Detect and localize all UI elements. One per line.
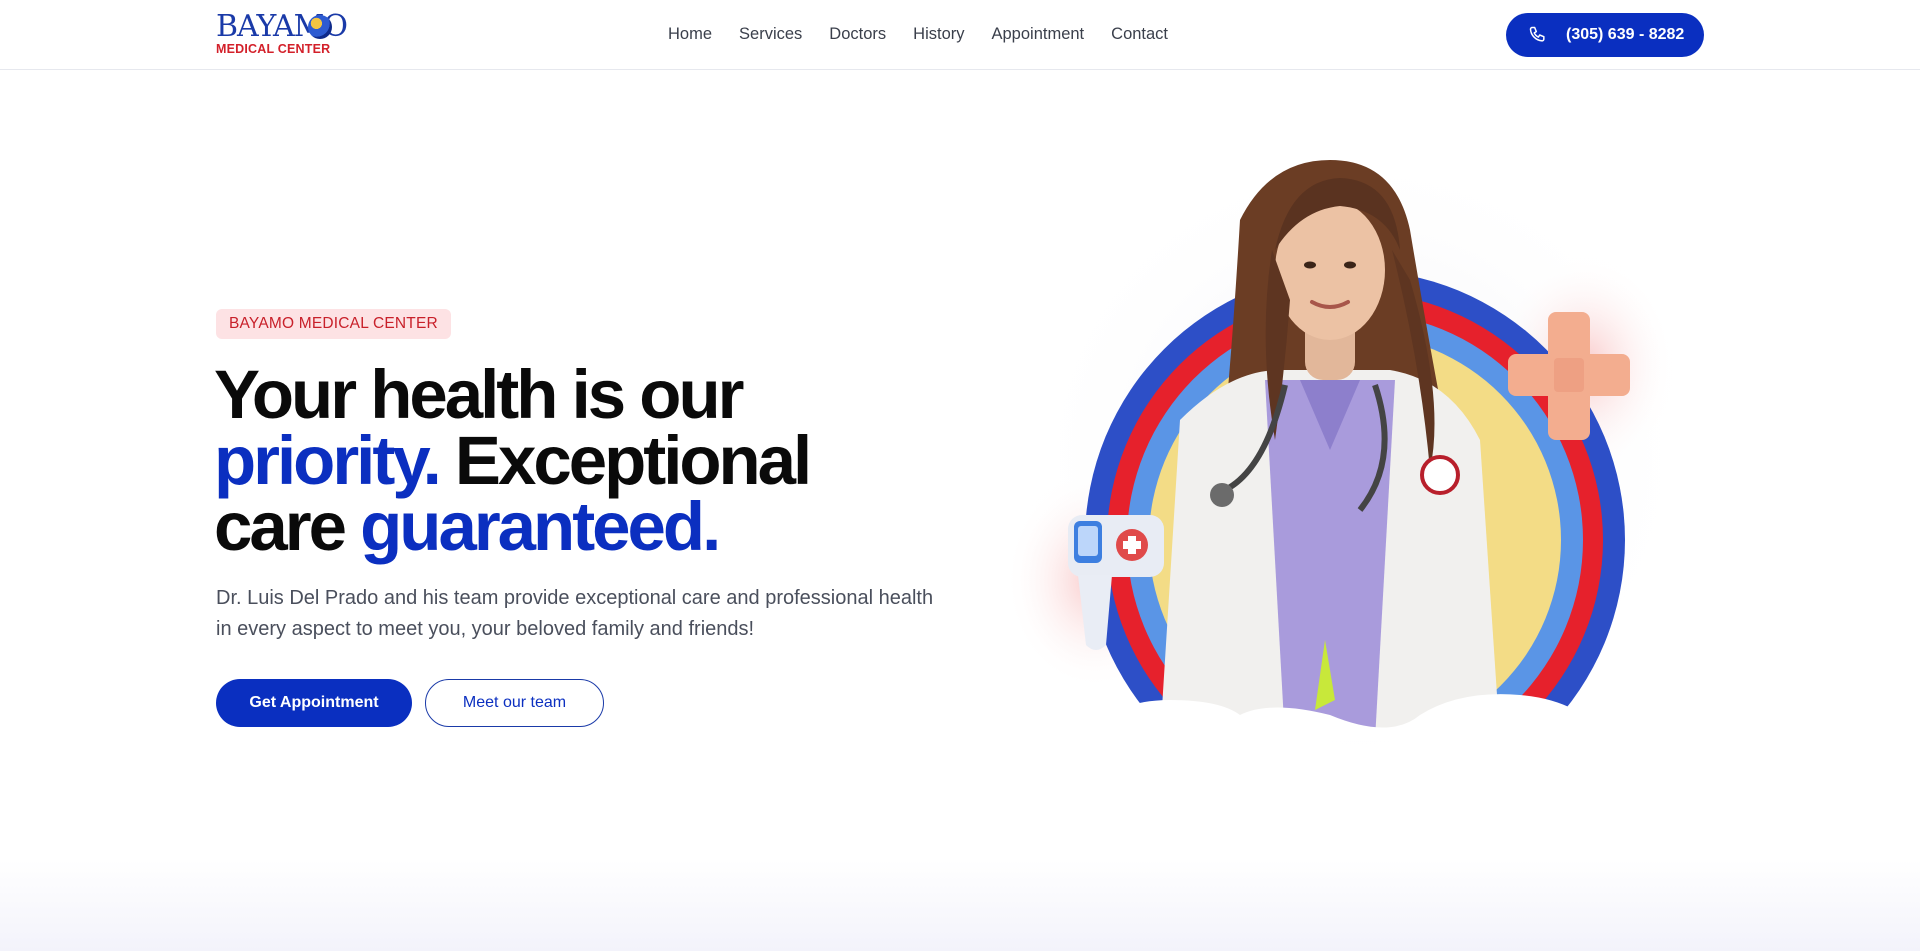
logo-subtitle: MEDICAL CENTER [216,42,331,56]
phone-icon [1529,26,1545,42]
main-nav: Home Services Doctors History Appointmen… [668,24,1168,44]
nav-appointment[interactable]: Appointment [992,24,1085,44]
bayamo-logo[interactable]: BAYAMO MEDICAL CENTER [216,12,348,57]
hero-description: Dr. Luis Del Prado and his team provide … [216,587,934,640]
meet-our-team-button[interactable]: Meet our team [425,679,604,727]
nav-home[interactable]: Home [668,24,712,44]
headline-highlight-guaranteed: guaranteed. [360,488,721,565]
globe-icon [308,15,332,39]
get-appointment-button[interactable]: Get Appointment [216,679,412,727]
phone-button[interactable]: (305) 639 - 8282 [1506,13,1704,57]
phone-number: (305) 639 - 8282 [1566,26,1685,43]
site-header: BAYAMO MEDICAL CENTER Home Services Doct… [0,0,1920,70]
nav-services[interactable]: Services [739,24,802,44]
hero-headline: Your health is our priority. Exceptional… [214,360,934,561]
hero-illustration [1005,140,1700,780]
nav-history[interactable]: History [913,24,964,44]
nav-contact[interactable]: Contact [1111,24,1168,44]
hero-badge: BAYAMO MEDICAL CENTER [216,309,451,339]
headline-part-4: care [214,488,361,565]
nav-doctors[interactable]: Doctors [829,24,886,44]
section-divider [0,860,1920,951]
